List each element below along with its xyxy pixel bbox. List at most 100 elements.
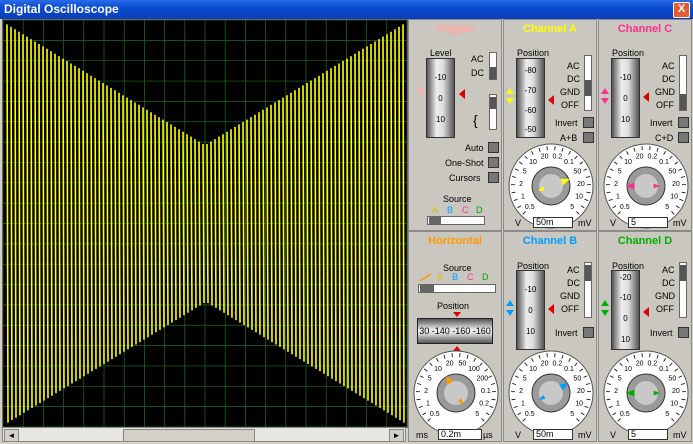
dial-label: 20 [636, 361, 644, 368]
trigger-source-slider[interactable] [427, 216, 485, 225]
trigger-level-label: Level [430, 48, 452, 58]
close-button[interactable]: X [673, 2, 690, 18]
channel-b-volts-dial[interactable]: 0.51251020 0.20.15020105 [508, 350, 594, 436]
dial-label: 0.2 [648, 361, 658, 368]
channel-a-offset-arrow-icon [506, 88, 514, 104]
trigger-ac-label: AC [471, 54, 484, 64]
channel-b-tick: -10 [524, 285, 537, 294]
dial-label: 20 [446, 361, 454, 368]
channel-b-volts-field[interactable]: 50m [533, 429, 573, 440]
horizontal-source-b[interactable]: B [452, 272, 458, 282]
dial-label: 10 [624, 366, 632, 373]
channel-a-title: Channel A [523, 23, 577, 35]
channel-b-invert-label: Invert [555, 328, 578, 338]
trigger-dc-label: DC [471, 68, 484, 78]
horizontal-position-drum[interactable]: 30 -140 -160 -160 [417, 318, 493, 344]
channel-b-coupling-switch[interactable] [584, 262, 592, 318]
trigger-level-tick: -10 [434, 73, 447, 82]
channel-a-position-drum[interactable]: -80 -70 -60 -50 [516, 58, 545, 138]
channel-c-tick: 10 [621, 115, 630, 124]
dial-label: 10 [624, 159, 632, 166]
channel-c-mode-ac: AC [662, 61, 675, 71]
trigger-cursors-button[interactable] [488, 172, 499, 183]
channel-d-tick: 0 [623, 314, 628, 323]
channel-a-mode-gnd: GND [560, 87, 580, 97]
dial-label: 0.2 [479, 400, 489, 407]
channel-a-coupling-switch[interactable] [584, 55, 592, 111]
horizontal-panel: Horizontal Source A B C D Position 30 -1… [408, 231, 502, 442]
dial-label: 5 [523, 376, 527, 383]
dial-label: 10 [434, 366, 442, 373]
channel-d-mode-ac: AC [662, 265, 675, 275]
channel-d-panel: Channel D Position -20 -10 0 10 AC DC GN… [598, 231, 692, 442]
channel-c-coupling-switch[interactable] [679, 55, 687, 111]
dial-knob-center [539, 174, 563, 198]
dial-label: 1 [616, 193, 620, 200]
dial-label: 5 [618, 376, 622, 383]
dial-label: 2 [519, 181, 523, 188]
channel-b-marker-icon [548, 304, 554, 314]
scroll-left-arrow-icon[interactable]: ◄ [4, 429, 19, 442]
dial-label: 10 [670, 193, 678, 200]
channel-c-combine-label: C+D [655, 133, 674, 143]
trigger-coupling-switch[interactable] [489, 52, 497, 80]
dial-label: 50 [458, 361, 466, 368]
channel-d-unit-left: V [610, 430, 617, 440]
horizontal-title: Horizontal [428, 235, 482, 247]
position-marker-icon [453, 312, 461, 317]
horizontal-scrollbar[interactable]: ◄ ► [2, 427, 406, 442]
horizontal-source-a[interactable]: A [437, 272, 443, 282]
channel-b-panel: Channel B Position -10 0 10 AC DC GND OF… [503, 231, 597, 442]
dial-label: 5 [570, 204, 574, 211]
channel-d-volts-dial[interactable]: 0.51251020 0.20.15020105 [603, 350, 689, 436]
trigger-oneshot-button[interactable] [488, 157, 499, 168]
trigger-source-c[interactable]: C [462, 205, 469, 215]
trigger-source-b[interactable]: B [447, 205, 453, 215]
channel-d-tick: -20 [619, 273, 632, 282]
horizontal-timebase-dial[interactable]: 0.51251020 501002000.10.25 [413, 350, 499, 436]
horizontal-source-slider[interactable] [418, 284, 496, 293]
channel-a-volts-field[interactable]: 50m [533, 217, 573, 228]
channel-b-position-drum[interactable]: -10 0 10 [516, 270, 545, 350]
channel-b-invert-button[interactable] [583, 327, 594, 338]
trigger-level-drum[interactable]: -10 0 10 [426, 58, 455, 138]
channel-d-position-drum[interactable]: -20 -10 0 10 [611, 270, 640, 350]
channel-a-tick: -50 [524, 125, 537, 134]
scroll-thumb[interactable] [123, 429, 255, 442]
channel-b-offset-arrow-icon [506, 300, 514, 316]
horizontal-timebase-field[interactable]: 0.2m [438, 429, 482, 440]
channel-c-mode-gnd: GND [655, 87, 675, 97]
channel-a-unit-left: V [515, 218, 522, 228]
channel-c-volts-field[interactable]: 5 [628, 217, 668, 228]
channel-d-offset-arrow-icon [601, 300, 609, 316]
channel-c-offset-arrow-icon [601, 88, 609, 104]
channel-c-invert-button[interactable] [678, 117, 689, 128]
oscilloscope-display[interactable] [2, 19, 408, 428]
channel-d-coupling-switch[interactable] [679, 262, 687, 318]
channel-c-combine-button[interactable] [678, 132, 689, 143]
trigger-auto-button[interactable] [488, 142, 499, 153]
channel-b-mode-gnd: GND [560, 291, 580, 301]
trigger-panel: Trigger Level -10 0 10 AC DC { Auto One-… [408, 19, 502, 231]
scroll-right-arrow-icon[interactable]: ► [389, 429, 404, 442]
dial-label: 0.5 [430, 411, 440, 418]
trigger-auto-label: Auto [465, 143, 484, 153]
horizontal-source-c[interactable]: C [467, 272, 474, 282]
channel-b-unit-right: mV [578, 430, 592, 440]
dial-label: 10 [529, 366, 537, 373]
trigger-level-tick: 0 [438, 94, 443, 103]
channel-a-mode-dc: DC [567, 74, 580, 84]
channel-a-invert-button[interactable] [583, 117, 594, 128]
horizontal-source-d[interactable]: D [482, 272, 489, 282]
channel-c-position-drum[interactable]: -10 0 10 [611, 58, 640, 138]
trigger-source-d[interactable]: D [476, 205, 483, 215]
channel-a-combine-button[interactable] [583, 132, 594, 143]
trigger-edge-switch[interactable] [489, 94, 497, 130]
horizontal-unit-right: µs [483, 430, 493, 440]
channel-d-invert-label: Invert [650, 328, 673, 338]
dial-label: 2 [614, 181, 618, 188]
trigger-source-a[interactable]: A [432, 205, 438, 215]
channel-d-invert-button[interactable] [678, 327, 689, 338]
channel-d-volts-field[interactable]: 5 [628, 429, 668, 440]
channel-c-invert-label: Invert [650, 118, 673, 128]
